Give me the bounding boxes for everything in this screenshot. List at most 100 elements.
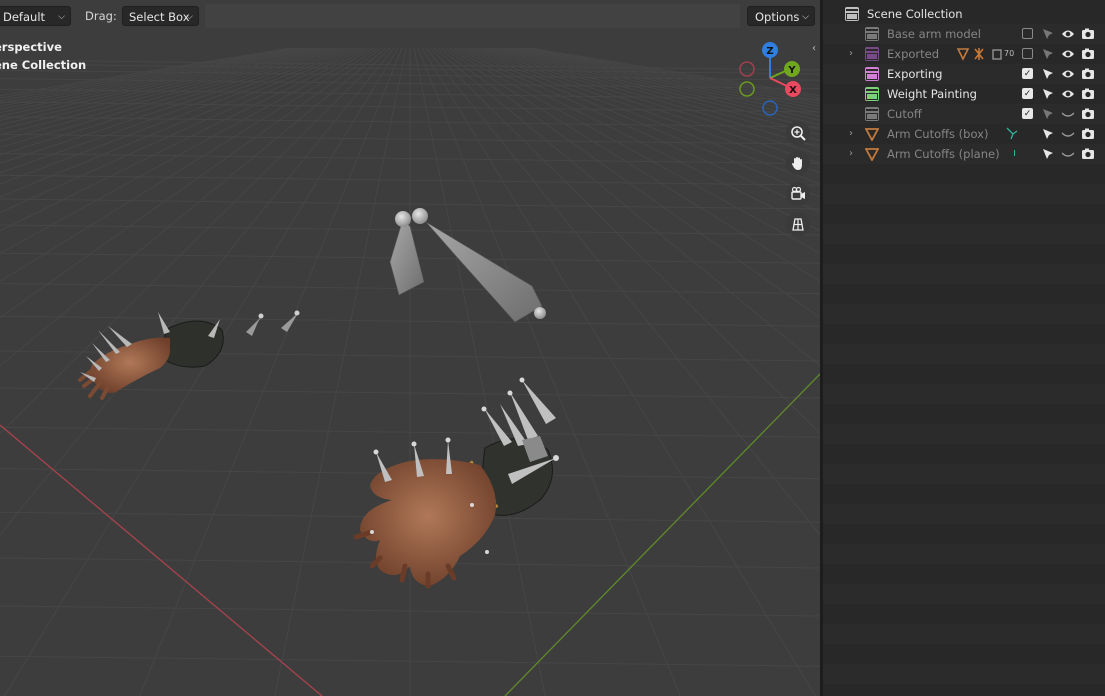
- bone-small[interactable]: [281, 313, 298, 332]
- x-axis-line: [0, 424, 323, 696]
- drag-action-dropdown[interactable]: Select Box ⌵: [122, 6, 199, 26]
- gizmo-y-axis[interactable]: Y: [784, 61, 800, 77]
- bone-lower[interactable]: [425, 221, 543, 323]
- bone-joint[interactable]: [294, 310, 300, 316]
- render-camera-icon[interactable]: [1081, 147, 1095, 161]
- outliner-row-label: Cutoff: [887, 107, 922, 121]
- transform-orientation-label: Default: [3, 10, 46, 24]
- grid-line: [469, 47, 820, 164]
- grid-line: [505, 47, 820, 114]
- header-spacer: [205, 4, 740, 28]
- grid-line: [493, 47, 820, 126]
- exclude-checkbox[interactable]: [1022, 48, 1033, 59]
- outliner-row[interactable]: › Exported 70: [823, 44, 1105, 64]
- gizmo-neg-x[interactable]: [739, 61, 755, 77]
- eye-icon[interactable]: [1061, 27, 1075, 41]
- zoom-button[interactable]: [786, 121, 810, 145]
- render-camera-icon[interactable]: [1081, 127, 1095, 141]
- modifier-icon[interactable]: [1014, 150, 1015, 156]
- mesh-object-icon: [865, 148, 879, 161]
- select-cursor-icon[interactable]: [1041, 27, 1055, 41]
- gizmo-z-axis[interactable]: Z: [762, 42, 778, 58]
- render-camera-icon[interactable]: [1081, 107, 1095, 121]
- select-cursor-icon[interactable]: [1041, 147, 1055, 161]
- gizmo-x-axis[interactable]: X: [785, 81, 801, 97]
- outliner-empty-row: [823, 204, 1105, 224]
- eye-icon[interactable]: [1061, 47, 1075, 61]
- outliner-row[interactable]: Base arm model: [823, 24, 1105, 44]
- outliner-empty-row: [823, 564, 1105, 584]
- outliner-row[interactable]: Weight Painting ✓: [823, 84, 1105, 104]
- grid-line: [433, 47, 820, 367]
- chevron-right-icon[interactable]: ›: [849, 44, 853, 64]
- ortho-toggle-button[interactable]: [786, 212, 810, 236]
- chevron-right-icon[interactable]: ›: [849, 124, 853, 144]
- exclude-checkbox[interactable]: ✓: [1022, 68, 1033, 79]
- gizmo-neg-y[interactable]: [739, 81, 755, 97]
- eye-icon[interactable]: [1061, 67, 1075, 81]
- select-cursor-icon[interactable]: [1041, 127, 1055, 141]
- outliner-row-label: Base arm model: [887, 27, 981, 41]
- bone-joint[interactable]: [395, 211, 411, 227]
- transform-orientation-dropdown[interactable]: Default ⌵: [0, 6, 71, 26]
- hand-right-mesh[interactable]: [353, 377, 559, 589]
- outliner-empty-row: [823, 644, 1105, 664]
- select-cursor-icon[interactable]: [1041, 47, 1055, 61]
- collection-icon: [865, 27, 879, 41]
- outliner-panel: Scene Collection Base arm model › Exported…: [823, 0, 1105, 696]
- camera-icon: [791, 186, 805, 200]
- mesh-object-icon: [865, 128, 879, 141]
- grid-line: [3, 47, 399, 696]
- gizmo-neg-z[interactable]: [762, 100, 778, 116]
- collection-icon: [865, 87, 879, 101]
- exclude-checkbox[interactable]: ✓: [1022, 108, 1033, 119]
- outliner-empty-row: [823, 584, 1105, 604]
- outliner-empty-row: [823, 224, 1105, 244]
- select-cursor-icon[interactable]: [1041, 67, 1055, 81]
- exclude-checkbox[interactable]: [1022, 28, 1033, 39]
- outliner-row[interactable]: › Arm Cutoffs (plane): [823, 144, 1105, 164]
- select-cursor-icon[interactable]: [1041, 87, 1055, 101]
- chevron-left-icon[interactable]: ‹: [812, 43, 816, 54]
- outliner-empty-row: [823, 424, 1105, 444]
- bone-joint[interactable]: [258, 313, 264, 319]
- outliner-row[interactable]: › Arm Cutoffs (box): [823, 124, 1105, 144]
- render-camera-icon[interactable]: [1081, 67, 1095, 81]
- render-camera-icon[interactable]: [1081, 47, 1095, 61]
- armature-bones[interactable]: [246, 208, 546, 336]
- grid-line: [513, 47, 820, 107]
- outliner-empty-row: [823, 344, 1105, 364]
- chevron-right-icon[interactable]: ›: [849, 144, 853, 164]
- render-camera-icon[interactable]: [1081, 87, 1095, 101]
- render-camera-icon[interactable]: [1081, 27, 1095, 41]
- outliner-empty-row: [823, 364, 1105, 384]
- outliner-row[interactable]: Cutoff ✓: [823, 104, 1105, 124]
- pan-button[interactable]: [786, 151, 810, 175]
- 3d-viewport[interactable]: Default ⌵ Drag: Select Box ⌵ Options ⌵ e…: [0, 0, 820, 696]
- drag-label: Drag:: [85, 9, 117, 23]
- exclude-checkbox[interactable]: ✓: [1022, 88, 1033, 99]
- eye-closed-icon[interactable]: [1061, 107, 1075, 121]
- scene-collection-label: Scene Collection: [867, 7, 963, 21]
- hand-left-mesh[interactable]: [78, 312, 224, 400]
- select-cursor-icon[interactable]: [1041, 107, 1055, 121]
- outliner-row[interactable]: Exporting ✓: [823, 64, 1105, 84]
- options-dropdown[interactable]: Options ⌵: [747, 6, 815, 26]
- modifier-icon[interactable]: [1005, 126, 1019, 140]
- outliner-empty-row: [823, 484, 1105, 504]
- bone-joint[interactable]: [412, 208, 428, 224]
- navigation-gizmo[interactable]: Z Y X: [730, 38, 810, 118]
- grid-line: [0, 47, 315, 114]
- outliner-empty-row: [823, 264, 1105, 284]
- eye-closed-icon[interactable]: [1061, 147, 1075, 161]
- camera-view-button[interactable]: [786, 182, 810, 206]
- eye-icon[interactable]: [1061, 87, 1075, 101]
- scene-collection-icon: [845, 7, 859, 21]
- outliner-empty-row: [823, 684, 1105, 696]
- view-info-overlay: erspective ene Collection: [0, 38, 86, 74]
- grid-line: [0, 47, 343, 148]
- viewport-scene[interactable]: [0, 0, 820, 696]
- bone-joint[interactable]: [534, 307, 546, 319]
- eye-closed-icon[interactable]: [1061, 127, 1075, 141]
- outliner-root-row[interactable]: Scene Collection: [823, 4, 1105, 24]
